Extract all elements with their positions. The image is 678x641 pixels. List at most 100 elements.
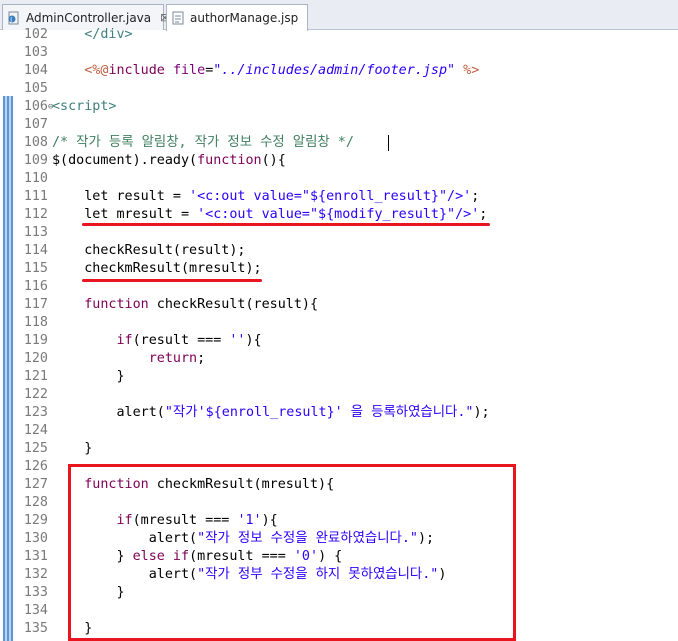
line-number: 132 (23, 567, 48, 582)
line-number: 127 (23, 477, 48, 492)
code-token: '' (229, 333, 246, 348)
line-number: 134 (23, 603, 48, 618)
code-token: ){ (245, 333, 262, 348)
text-cursor (388, 135, 389, 151)
code-line: let result = '<c:out value="${enroll_res… (52, 188, 479, 206)
line-number: 118 (23, 315, 48, 330)
line-number: 109 (23, 153, 48, 168)
line-number: 112 (23, 207, 48, 222)
code-token: $(document).ready( (52, 153, 198, 168)
line-number: 125 (23, 441, 48, 456)
line-number: 129 (23, 513, 48, 528)
jsp-file-icon (171, 11, 185, 25)
line-number: 115 (23, 261, 48, 276)
code-token: ; (479, 207, 488, 222)
code-token: */ (329, 135, 354, 150)
code-line: } (52, 440, 92, 458)
code-line: checkmResult(mresult); (52, 260, 262, 278)
line-number: 103 (23, 45, 48, 60)
svg-text:J: J (9, 16, 12, 23)
code-token: alert( (52, 405, 165, 420)
code-token: <script> (52, 99, 117, 114)
code-line: checkResult(result); (52, 242, 245, 260)
code-line: <script> (52, 98, 117, 116)
code-token: checkResult(result){ (148, 297, 319, 312)
line-number: 135 (23, 621, 48, 636)
line-number: 105 (23, 81, 48, 96)
code-token: </div> (84, 27, 133, 42)
code-token: checkResult(result); (52, 243, 246, 258)
code-token: checkmResult(mresult); (52, 261, 262, 276)
code-line: } (52, 368, 125, 386)
code-token: %> (455, 63, 480, 78)
line-number: 124 (23, 423, 48, 438)
highlight-underline (82, 279, 262, 282)
code-token: if (116, 333, 133, 348)
line-number: 108 (23, 135, 48, 150)
code-token: function (197, 153, 262, 168)
tab-label: authorManage.jsp (190, 11, 299, 25)
annotation-ruler (3, 96, 13, 641)
code-token: (result === (132, 333, 230, 348)
code-token: (){ (261, 153, 286, 168)
line-number: 102 (23, 27, 48, 42)
line-number: 111 (23, 189, 48, 204)
line-number: 122 (23, 387, 48, 402)
code-line: let mresult = '<c:out value="${modify_re… (52, 206, 487, 224)
code-token: return (148, 351, 198, 366)
code-token: let result = (52, 189, 190, 204)
line-number: 128 (23, 495, 48, 510)
code-token: } (52, 369, 125, 384)
code-line: <%@include file="../includes/admin/foote… (52, 62, 479, 80)
line-number: 106 ⊖ (14, 98, 54, 116)
line-number: 126 (23, 459, 48, 474)
code-token: ; (471, 189, 480, 204)
code-line: return; (52, 350, 205, 368)
line-number: 117 (23, 297, 48, 312)
code-token: ; (197, 351, 206, 366)
code-line: alert("작가'${enroll_result}' 을 등록하였습니다.")… (52, 404, 490, 422)
highlight-box (68, 464, 516, 641)
line-number: 113 (23, 225, 48, 240)
line-number: 116 (23, 279, 48, 294)
code-token: ); (473, 405, 490, 420)
line-number-gutter: 102 103 104 105 106 ⊖ 107 108 109 110 111… (14, 27, 54, 641)
line-number: 120 (23, 351, 48, 366)
line-number: 114 (23, 243, 48, 258)
code-token: "../includes/admin/footer.jsp" (213, 63, 456, 78)
code-token: /* 작가 등록 알림창, 작가 정보 수정 알림창 (52, 135, 330, 150)
java-file-icon: J (7, 11, 21, 25)
tab-label: AdminController.java (26, 10, 152, 25)
line-number: 107 (23, 117, 48, 132)
line-number: 121 (23, 369, 48, 384)
code-token: '<c:out value="${modify_result}"/>' (197, 207, 480, 222)
line-number: 104 (23, 63, 48, 78)
line-number: 110 (23, 171, 48, 186)
line-number: 130 (23, 531, 48, 546)
line-number-text: 106 (23, 99, 48, 114)
code-token: <%@ (84, 63, 109, 78)
highlight-underline (82, 223, 490, 226)
line-number: 133 (23, 585, 48, 600)
code-line: function checkResult(result){ (52, 296, 318, 314)
code-token: include (108, 63, 173, 78)
code-line: $(document).ready(function(){ (52, 152, 286, 170)
code-token: "작가'${enroll_result}' 을 등록하였습니다." (164, 405, 474, 420)
code-token: function (84, 297, 149, 312)
line-number: 119 (23, 333, 48, 348)
line-number: 131 (23, 549, 48, 564)
code-line: /* 작가 등록 알림창, 작가 정보 수정 알림창 */ (52, 134, 354, 152)
code-token: file (172, 63, 206, 78)
code-token: } (52, 441, 93, 456)
code-token: '<c:out value="${enroll_result}"/>' (189, 189, 472, 204)
code-token: let mresult = (52, 207, 198, 222)
code-line: </div> (52, 26, 133, 44)
code-editor[interactable]: 102 103 104 105 106 ⊖ 107 108 109 110 111… (0, 27, 678, 641)
tab-author-manage[interactable]: authorManage.jsp (166, 4, 308, 31)
line-number: 123 (23, 405, 48, 420)
